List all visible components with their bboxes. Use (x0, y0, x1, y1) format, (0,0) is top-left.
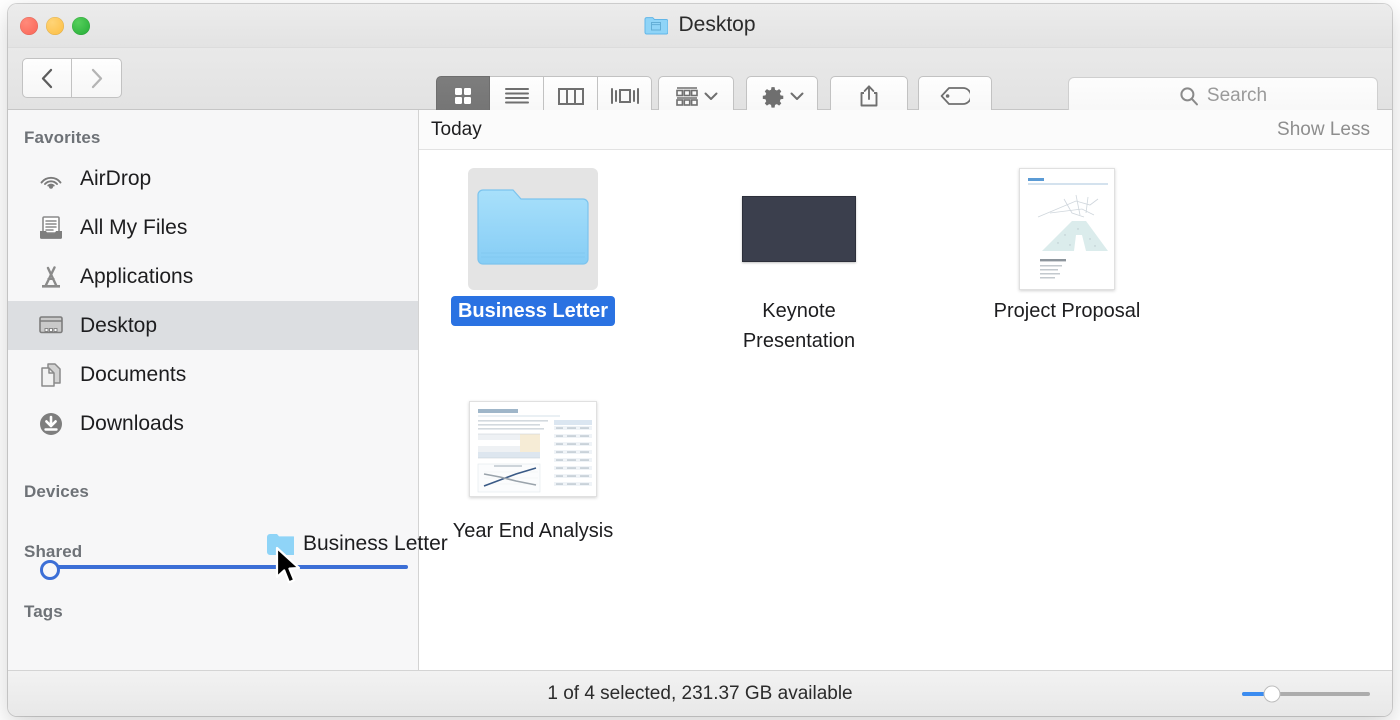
icon-size-slider[interactable] (1240, 685, 1372, 703)
window-title: Desktop (8, 13, 1392, 37)
pages-document-thumbnail (1019, 168, 1115, 290)
chevron-down-icon (704, 92, 717, 100)
share-icon (860, 85, 878, 107)
sidebar-item-airdrop[interactable]: AirDrop (8, 154, 418, 203)
sidebar-item-label: Downloads (80, 411, 184, 435)
numbers-spreadsheet-thumbnail (469, 401, 597, 497)
downloads-icon (36, 409, 66, 439)
sidebar-item-label: AirDrop (80, 166, 152, 190)
list-icon (504, 88, 529, 104)
forward-button[interactable] (72, 58, 122, 98)
file-item-project-proposal[interactable]: Project Proposal (967, 168, 1167, 326)
chevron-right-icon (91, 68, 103, 88)
airdrop-icon (36, 164, 66, 194)
sidebar-section-favorites: Favorites (24, 128, 101, 147)
status-bar: 1 of 4 selected, 231.37 GB available (8, 670, 1392, 716)
group-title: Today (431, 118, 482, 140)
folder-icon (644, 16, 669, 35)
columns-icon (557, 88, 584, 105)
chevron-down-icon (790, 92, 803, 100)
file-item-business-letter[interactable]: Business Letter (433, 168, 633, 326)
file-icon-grid: Business Letter Keynote Presentation Pro… (419, 150, 1392, 670)
search-placeholder: Search (1206, 85, 1268, 106)
grid-icon (455, 88, 471, 104)
sidebar-section-devices: Devices (24, 482, 89, 501)
file-label: Project Proposal (993, 300, 1141, 322)
applications-icon (36, 262, 66, 292)
arrange-icon (675, 87, 698, 106)
status-text: 1 of 4 selected, 231.37 GB available (547, 682, 853, 704)
sidebar: Favorites AirDrop All My Files Applicati… (8, 110, 419, 670)
sidebar-item-desktop[interactable]: Desktop (8, 301, 418, 350)
sidebar-section-tags: Tags (24, 602, 63, 621)
sidebar-item-label: Applications (80, 264, 194, 288)
sidebar-item-downloads[interactable]: Downloads (8, 399, 418, 448)
sidebar-section-shared: Shared (24, 542, 83, 561)
file-thumbnail (734, 168, 864, 290)
finder-window: Desktop Search Favorites AirDrop All My … (8, 4, 1392, 716)
sidebar-item-all-my-files[interactable]: All My Files (8, 203, 418, 252)
toolbar: Search (8, 48, 1392, 116)
gear-icon (762, 87, 783, 108)
tag-icon (940, 87, 970, 105)
sidebar-item-documents[interactable]: Documents (8, 350, 418, 399)
content-area: Today Show Less Business Letter Keynote … (419, 110, 1392, 670)
window-body: Favorites AirDrop All My Files Applicati… (8, 110, 1392, 670)
file-thumbnail (468, 168, 598, 290)
group-header-bar: Today Show Less (419, 110, 1392, 150)
back-button[interactable] (22, 58, 72, 98)
sidebar-item-label: All My Files (80, 215, 188, 239)
folder-icon (477, 189, 589, 265)
coverflow-icon (610, 88, 639, 104)
file-thumbnail (468, 388, 598, 510)
all-my-files-icon (36, 213, 66, 243)
file-item-keynote-presentation[interactable]: Keynote Presentation (699, 168, 899, 356)
show-less-button[interactable]: Show Less (1277, 119, 1370, 141)
chevron-left-icon (41, 68, 52, 88)
desktop-icon (36, 311, 66, 341)
sidebar-item-label: Desktop (80, 313, 158, 337)
keynote-slide-thumbnail (742, 196, 856, 262)
sidebar-item-label: Documents (80, 362, 187, 386)
search-icon (1180, 87, 1198, 106)
window-title-text: Desktop (678, 13, 756, 36)
documents-icon (36, 360, 66, 390)
file-label: Business Letter (450, 296, 616, 326)
file-thumbnail (1002, 168, 1132, 290)
navigation-buttons (22, 58, 122, 98)
file-item-year-end-analysis[interactable]: Year End Analysis (433, 388, 633, 546)
file-label: Year End Analysis (452, 520, 614, 542)
sidebar-item-applications[interactable]: Applications (8, 252, 418, 301)
file-label: Keynote Presentation (742, 300, 856, 352)
title-bar: Desktop (8, 4, 1392, 48)
